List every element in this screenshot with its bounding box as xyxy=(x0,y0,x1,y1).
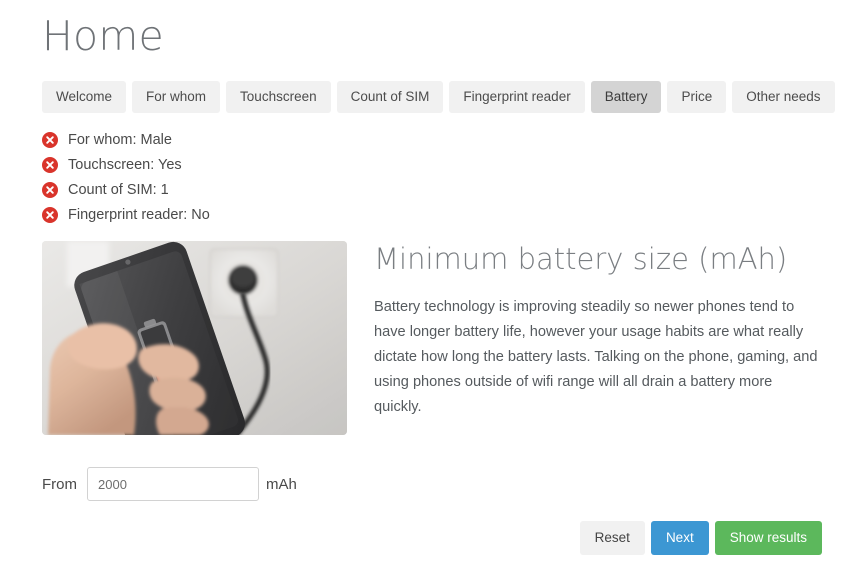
text-column: Minimum battery size (mAh) Battery techn… xyxy=(347,241,818,420)
next-button[interactable]: Next xyxy=(650,521,709,555)
tab-other-needs[interactable]: Other needs xyxy=(732,81,835,114)
tab-count-of-sim[interactable]: Count of SIM xyxy=(336,81,444,114)
battery-amount-input[interactable] xyxy=(87,467,259,502)
tab-touchscreen[interactable]: Touchscreen xyxy=(226,81,331,114)
remove-circle-icon[interactable] xyxy=(42,206,58,223)
tab-price[interactable]: Price xyxy=(667,81,727,114)
section-heading: Minimum battery size (mAh) xyxy=(374,242,788,277)
tab-welcome[interactable]: Welcome xyxy=(42,81,127,114)
list-item-label: Touchscreen: Yes xyxy=(68,156,182,173)
reset-button[interactable]: Reset xyxy=(579,521,645,555)
list-item: Count of SIM: 1 xyxy=(42,177,818,202)
section-description: Battery technology is improving steadily… xyxy=(374,299,818,416)
battery-amount-row: From mAh xyxy=(42,467,818,502)
list-item: For whom: Male xyxy=(42,127,818,152)
question-content: Minimum battery size (mAh) Battery techn… xyxy=(42,241,818,436)
from-label: From xyxy=(42,475,77,493)
page-title: Home xyxy=(42,12,164,60)
media-column xyxy=(42,241,347,436)
list-item: Fingerprint reader: No xyxy=(42,202,818,227)
remove-circle-icon[interactable] xyxy=(42,156,58,173)
tab-for-whom[interactable]: For whom xyxy=(132,81,221,114)
show-results-button[interactable]: Show results xyxy=(714,521,822,555)
tab-fingerprint-reader[interactable]: Fingerprint reader xyxy=(449,81,585,114)
hand-holding-charging-phone-photo xyxy=(42,241,347,436)
list-item-label: For whom: Male xyxy=(68,131,172,148)
unit-label: mAh xyxy=(266,475,297,493)
list-item-label: Fingerprint reader: No xyxy=(68,206,210,223)
remove-circle-icon[interactable] xyxy=(42,131,58,148)
list-item-label: Count of SIM: 1 xyxy=(68,181,169,198)
tab-battery[interactable]: Battery xyxy=(590,81,662,114)
selected-answers-list: For whom: Male Touchscreen: Yes Count of… xyxy=(42,127,818,227)
remove-circle-icon[interactable] xyxy=(42,181,58,198)
list-item: Touchscreen: Yes xyxy=(42,152,818,177)
wizard-page: Home Welcome For whom Touchscreen Count … xyxy=(0,0,860,580)
wizard-footer-actions: Reset Next Show results xyxy=(579,521,822,555)
wizard-tab-bar: Welcome For whom Touchscreen Count of SI… xyxy=(42,81,835,114)
